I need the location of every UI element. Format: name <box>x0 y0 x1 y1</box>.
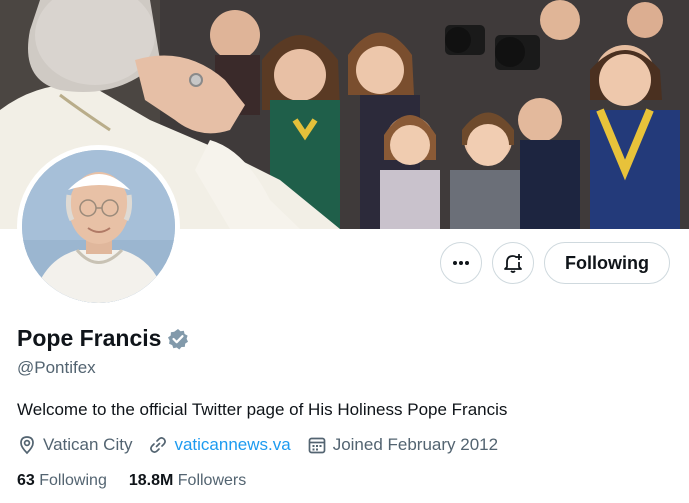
bio: Welcome to the official Twitter page of … <box>17 400 508 419</box>
display-name-row: Pope Francis <box>17 325 189 352</box>
joined-text: Joined February 2012 <box>332 435 499 454</box>
location-text: Vatican City <box>43 435 133 454</box>
followers-label: Followers <box>177 472 247 489</box>
notifications-button[interactable] <box>492 242 535 284</box>
following-stat[interactable]: 63 Following <box>17 472 107 490</box>
profile-avatar[interactable] <box>17 145 180 308</box>
website-link[interactable]: vaticannews.va <box>174 435 290 455</box>
location-pin-icon <box>20 436 34 455</box>
verified-badge-icon[interactable] <box>167 328 189 350</box>
calendar-icon <box>308 437 326 454</box>
following-button[interactable]: Following <box>544 242 670 284</box>
avatar-photo <box>22 150 175 303</box>
more-button[interactable] <box>440 242 483 284</box>
location-item: Vatican City <box>17 435 132 455</box>
joined-item: Joined February 2012 <box>307 435 498 455</box>
profile-actions: Following <box>440 242 670 284</box>
website-item[interactable]: vaticannews.va <box>148 435 291 455</box>
display-name: Pope Francis <box>17 325 162 351</box>
profile-meta: Vatican City vaticannews.va Joined Febru… <box>17 435 498 455</box>
followers-stat[interactable]: 18.8M Followers <box>129 472 246 490</box>
link-icon <box>150 437 167 453</box>
followers-count: 18.8M <box>128 472 174 489</box>
handle: @Pontifex <box>17 358 96 377</box>
profile-stats: 63 Following 18.8M Followers <box>17 472 246 490</box>
more-icon <box>453 261 470 265</box>
bell-plus-icon <box>504 254 523 273</box>
following-label: Following <box>39 472 107 489</box>
following-count: 63 <box>17 472 35 489</box>
